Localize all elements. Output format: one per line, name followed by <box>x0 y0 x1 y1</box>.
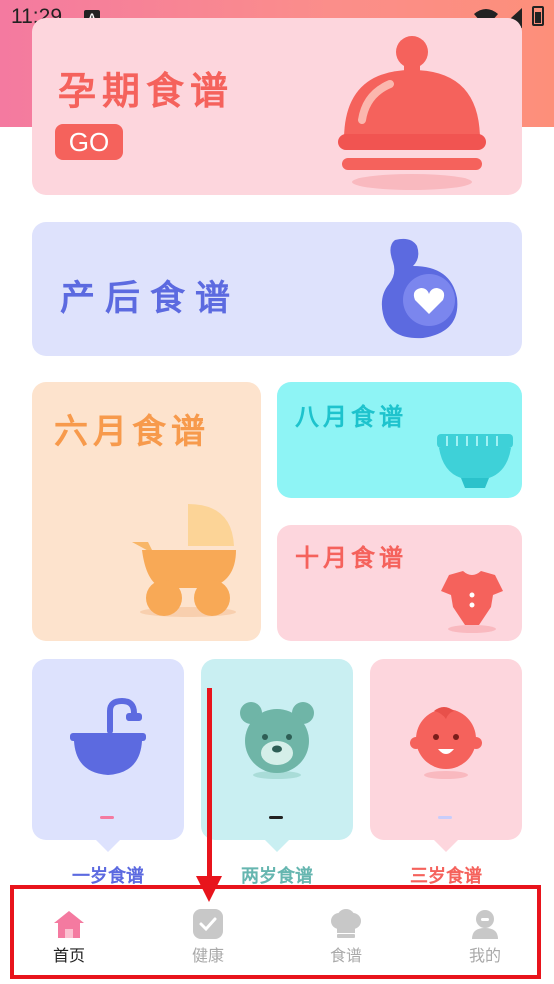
stroller-icon <box>132 504 236 617</box>
one-year-card-pointer <box>96 840 120 852</box>
bottom-nav: 首页 健康 食谱 我的 <box>0 887 554 984</box>
two-year-recipes-label[interactable]: 两岁食谱 <box>201 862 353 888</box>
nav-label-health: 健康 <box>191 946 224 965</box>
one-year-indicator <box>100 816 114 819</box>
nav-label-home: 首页 <box>52 946 85 965</box>
ten-month-recipes-title: 十月食谱 <box>295 544 407 572</box>
three-year-indicator <box>438 816 452 819</box>
cloche-icon <box>338 36 486 190</box>
eight-month-recipes-card[interactable]: 八月食谱 <box>277 382 522 498</box>
nav-item-profile[interactable]: 我的 <box>416 887 554 984</box>
three-year-recipes-label[interactable]: 三岁食谱 <box>370 862 522 888</box>
battery-icon <box>532 6 544 26</box>
two-year-indicator <box>269 816 283 819</box>
diaper-icon <box>437 434 513 488</box>
two-year-recipes-card[interactable] <box>201 659 353 852</box>
pregnant-belly-icon <box>381 238 458 339</box>
postpartum-recipes-card[interactable]: 产后食谱 <box>32 222 522 356</box>
pregnancy-recipes-card[interactable]: 孕期食谱 GO <box>32 18 522 195</box>
check-icon <box>193 909 223 939</box>
six-month-recipes-card[interactable]: 六月食谱 <box>32 382 261 641</box>
nav-label-recipes: 食谱 <box>329 946 362 965</box>
six-month-recipes-title: 六月食谱 <box>54 412 210 452</box>
person-icon <box>472 910 498 939</box>
one-year-recipes-label[interactable]: 一岁食谱 <box>32 862 184 888</box>
chef-hat-icon <box>331 909 361 938</box>
postpartum-recipes-title: 产后食谱 <box>60 279 241 319</box>
nav-item-home[interactable]: 首页 <box>0 887 138 984</box>
pregnancy-recipes-title: 孕期食谱 <box>58 69 235 113</box>
three-year-recipes-card[interactable] <box>370 659 522 852</box>
bathtub-icon <box>70 697 146 775</box>
two-year-card-pointer <box>265 840 289 852</box>
annotation-arrow-head <box>196 876 222 902</box>
nav-label-profile: 我的 <box>468 946 501 965</box>
onesie-icon <box>441 571 503 633</box>
ten-month-recipes-card[interactable]: 十月食谱 <box>277 525 522 641</box>
annotation-arrow-line <box>207 688 212 878</box>
bear-icon <box>240 702 314 779</box>
three-year-card-pointer <box>434 840 458 852</box>
nav-item-recipes[interactable]: 食谱 <box>277 887 415 984</box>
one-year-recipes-card[interactable] <box>32 659 184 852</box>
go-button[interactable]: GO <box>55 124 123 160</box>
home-icon <box>54 911 84 938</box>
baby-face-icon <box>410 707 482 779</box>
eight-month-recipes-title: 八月食谱 <box>295 403 407 431</box>
